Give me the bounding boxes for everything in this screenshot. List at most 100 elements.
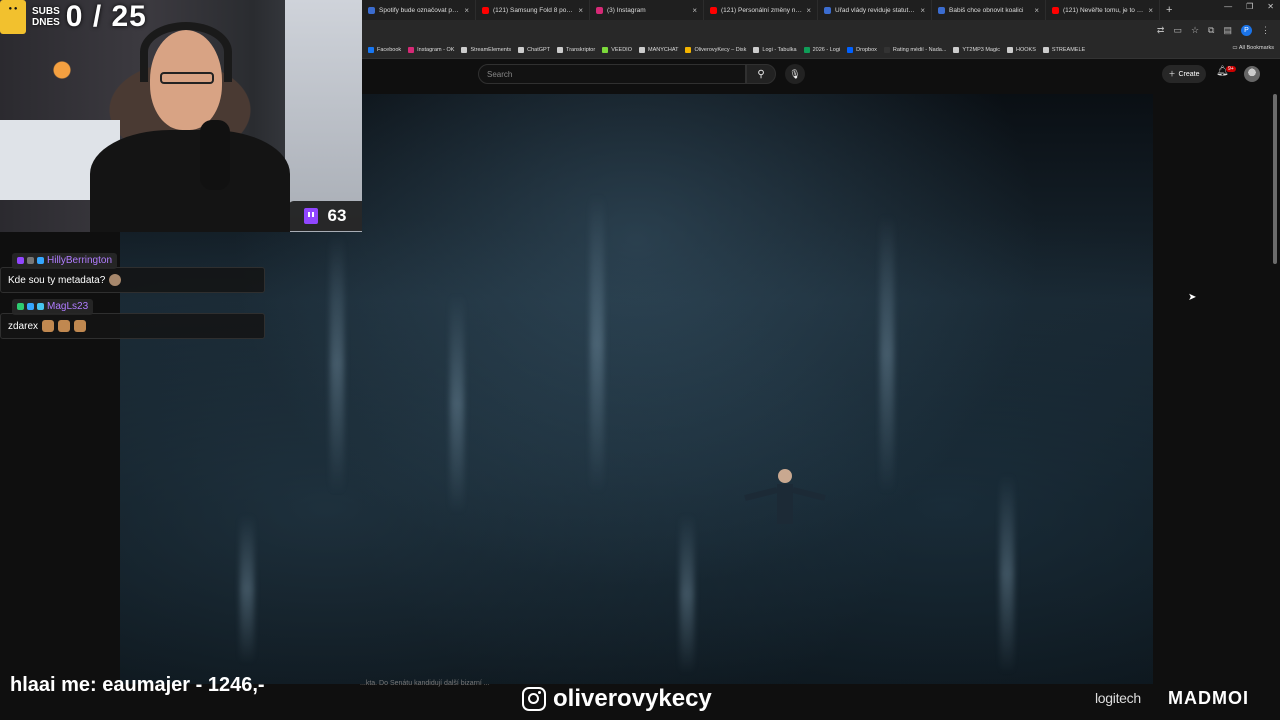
bookmark-favicon-icon: [557, 47, 564, 53]
bookmark-item[interactable]: StreamElements: [461, 47, 511, 53]
bookmark-label: Facebook: [377, 47, 402, 53]
chat-text: zdarex: [0, 313, 265, 339]
tab-close-icon[interactable]: ×: [920, 6, 925, 15]
badge-icon: [37, 257, 44, 264]
subs-label-line2: DNES: [32, 17, 60, 28]
tab-favicon-icon: [368, 6, 375, 14]
tab-favicon-icon: [938, 6, 945, 14]
subs-goal-widget: ● ● SUBS DNES 0 / 25: [0, 0, 147, 34]
tab-title: (121) Samsung Fold 8 po Tý: [493, 6, 575, 14]
bookmark-label: OliverovyKecy – Disk: [694, 47, 747, 53]
bookmark-label: StreamElements: [470, 47, 512, 53]
sidebar-icon[interactable]: ▤: [1223, 25, 1232, 36]
browser-tab[interactable]: (121) Samsung Fold 8 po Tý ×: [476, 0, 590, 20]
bookmark-label: Rating médií - Nada...: [892, 47, 947, 53]
profile-avatar[interactable]: P: [1241, 25, 1252, 36]
badge-icon: [27, 257, 34, 264]
bookmark-item[interactable]: MANYCHAT: [638, 47, 678, 53]
search-input[interactable]: Search: [478, 64, 746, 84]
tab-close-icon[interactable]: ×: [578, 6, 583, 15]
bookmark-item[interactable]: OliverovyKecy – Disk: [685, 47, 746, 53]
browser-tab[interactable]: (121) Personální změny na pr ×: [704, 0, 818, 20]
webcam-glasses: [160, 72, 214, 84]
webcam-microphone: [200, 120, 230, 190]
chat-message: HillyBerrington Kde sou ty metadata?: [0, 251, 265, 293]
sponsor-madmoi-logo: MADMOI: [1168, 688, 1249, 708]
tab-close-icon[interactable]: ×: [1034, 6, 1039, 15]
bookmark-favicon-icon: [368, 47, 374, 53]
bookmark-star-icon[interactable]: ☆: [1191, 25, 1199, 36]
folder-icon: ▭: [1232, 45, 1238, 51]
browser-tab-bar: Spotify bude označovat pers × (121) Samsun…: [362, 0, 1280, 20]
bookmark-item[interactable]: 2026 - Logi: [803, 47, 841, 53]
browser-tab[interactable]: (3) Instagram ×: [590, 0, 704, 20]
tab-favicon-icon: [482, 6, 489, 14]
all-bookmarks-button[interactable]: ▭ All Bookmarks: [1226, 45, 1274, 51]
donation-ticker: hlaai me: eaumajer - 1246,-: [10, 674, 265, 696]
bookmark-favicon-icon: [638, 47, 645, 53]
search-placeholder: Search: [487, 69, 513, 79]
bookmark-item[interactable]: HOOKS: [1007, 47, 1036, 53]
badge-icon: [37, 303, 44, 310]
address-bar-row: ⇄ ▭ ☆ ⧉ ▤ P ⋮: [362, 20, 1280, 42]
browser-tab[interactable]: Spotify bude označovat pers ×: [362, 0, 476, 20]
bookmark-favicon-icon: [518, 47, 525, 53]
tab-close-icon[interactable]: ×: [1148, 6, 1153, 15]
menu-icon[interactable]: ⋮: [1261, 25, 1270, 36]
bookmark-label: VEEDIO: [611, 47, 632, 53]
plus-icon: ＋: [1168, 71, 1176, 78]
minimize-icon[interactable]: —: [1224, 2, 1232, 11]
browser-tab[interactable]: Úřad vlády reviduje statuty vl ×: [818, 0, 932, 20]
bookmark-item[interactable]: YT2MP3 Magic: [953, 47, 1000, 53]
search-icon: ⚲: [757, 68, 765, 80]
tab-close-icon[interactable]: ×: [692, 6, 697, 15]
translate-icon[interactable]: ⇄: [1157, 25, 1165, 36]
account-avatar[interactable]: [1244, 66, 1260, 82]
tab-favicon-icon: [710, 6, 717, 14]
page-scrollbar[interactable]: [1273, 94, 1277, 264]
restore-icon[interactable]: ❐: [1246, 2, 1253, 11]
voice-search-button[interactable]: 🎙︎: [785, 64, 805, 84]
tab-title: (121) Personální změny na pr: [721, 6, 803, 14]
tab-favicon-icon: [824, 6, 831, 14]
bookmark-item[interactable]: Dropbox: [847, 47, 877, 53]
new-tab-button[interactable]: +: [1166, 4, 1172, 16]
bookmark-item[interactable]: Instagram - OK: [408, 47, 454, 53]
video-rain-streak: [590, 194, 604, 494]
badge-icon: [17, 303, 24, 310]
browser-tab[interactable]: Babiš chce obnovit koalici ×: [932, 0, 1046, 20]
chat-message: MagLs23 zdarex: [0, 297, 265, 339]
chat-text: Kde sou ty metadata?: [0, 267, 265, 293]
bookmark-favicon-icon: [602, 47, 609, 53]
tab-close-icon[interactable]: ×: [806, 6, 811, 15]
bookmark-item[interactable]: ChatGPT: [518, 47, 550, 53]
video-rain-streak: [450, 294, 464, 514]
chat-username: HillyBerrington: [47, 255, 113, 266]
browser-tab[interactable]: (121) Nevěřte tomu, je to PR ×: [1046, 0, 1160, 20]
bookmark-label: 2026 - Logi: [812, 47, 841, 53]
subs-label-line1: SUBS: [32, 6, 60, 17]
bookmark-item[interactable]: VEEDIO: [602, 47, 632, 53]
extensions-icon[interactable]: ⧉: [1208, 25, 1214, 36]
bookmark-favicon-icon: [953, 47, 960, 53]
bookmark-favicon-icon: [1007, 47, 1014, 53]
create-button[interactable]: ＋ Create: [1162, 65, 1206, 83]
create-label: Create: [1178, 70, 1200, 78]
bookmark-item[interactable]: STREAMELE: [1042, 47, 1085, 53]
bookmark-label: HOOKS: [1016, 47, 1036, 53]
microphone-icon: 🎙︎: [789, 68, 801, 79]
tab-close-icon[interactable]: ×: [464, 6, 469, 15]
tab-title: Spotify bude označovat pers: [379, 6, 461, 14]
search-button[interactable]: ⚲: [746, 64, 776, 84]
close-window-icon[interactable]: ✕: [1267, 2, 1274, 11]
badge-icon: [17, 257, 24, 264]
bookmark-item[interactable]: Rating médií - Nada...: [883, 47, 947, 53]
cat-emote-icon: [42, 320, 55, 332]
bookmark-item[interactable]: Logi - Tabulka: [753, 47, 797, 53]
bookmark-label: Dropbox: [856, 47, 877, 53]
bookmark-item[interactable]: Transkriptor: [557, 47, 595, 53]
video-figure: [744, 469, 826, 524]
bookmark-item[interactable]: Facebook: [368, 47, 401, 53]
bookmark-favicon-icon: [803, 47, 810, 53]
cast-icon[interactable]: ▭: [1173, 25, 1182, 36]
